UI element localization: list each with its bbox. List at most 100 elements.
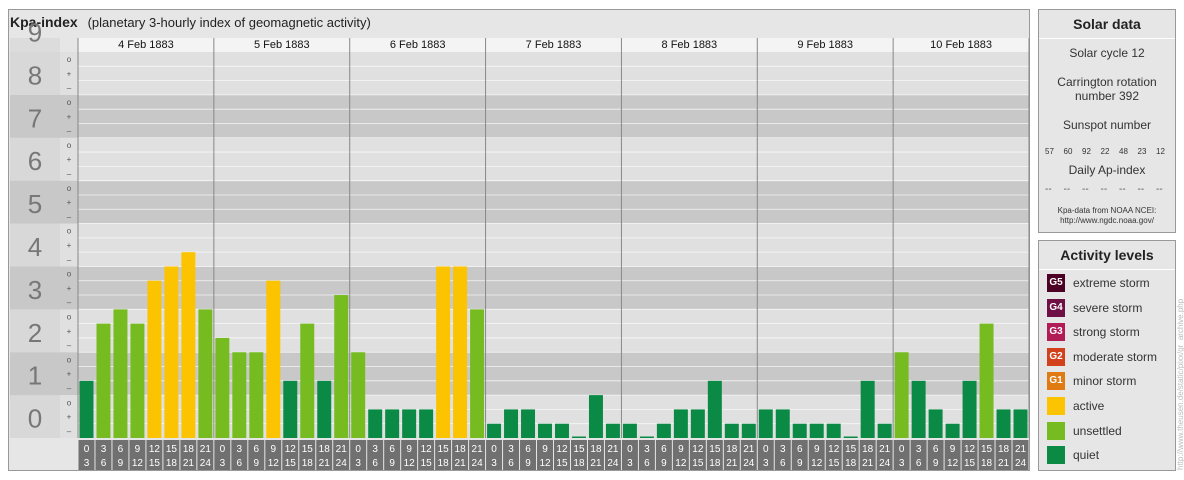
interval-end-label: 12 bbox=[404, 458, 416, 469]
day-label: 10 Feb 1883 bbox=[930, 39, 992, 51]
interval-start-label: 6 bbox=[118, 444, 124, 455]
kp-bar bbox=[538, 423, 552, 438]
interval-start-label: 21 bbox=[472, 444, 484, 455]
activity-level-swatch: G5 bbox=[1047, 274, 1065, 292]
kp-bar bbox=[453, 266, 468, 438]
interval-start-label: 21 bbox=[743, 444, 755, 455]
kp-bar bbox=[504, 409, 519, 438]
interval-start-label: 12 bbox=[556, 444, 568, 455]
interval-end-label: 3 bbox=[220, 458, 226, 469]
kp-bar bbox=[283, 380, 298, 438]
interval-start-label: 6 bbox=[797, 444, 803, 455]
activity-level-swatch: G1 bbox=[1047, 372, 1065, 391]
interval-start-label: 0 bbox=[899, 444, 905, 455]
sub-tick-label: o bbox=[67, 55, 72, 64]
interval-start-label: 15 bbox=[166, 444, 178, 455]
interval-end-label: 24 bbox=[1015, 458, 1027, 469]
kp-bar bbox=[690, 409, 705, 438]
interval-end-label: 12 bbox=[539, 458, 551, 469]
band-level-7 bbox=[10, 94, 1029, 138]
kp-bar bbox=[487, 423, 502, 438]
kp-bar bbox=[334, 295, 349, 438]
y-tick-label-8: 8 bbox=[28, 60, 42, 90]
y-tick-label-5: 5 bbox=[28, 189, 42, 219]
interval-end-label: 6 bbox=[644, 458, 650, 469]
kp-bar bbox=[351, 352, 366, 438]
interval-column-filler bbox=[10, 440, 77, 470]
band-level-1 bbox=[10, 352, 1029, 396]
interval-end-label: 6 bbox=[508, 458, 514, 469]
kp-bar bbox=[724, 423, 739, 438]
activity-level-label: moderate storm bbox=[1073, 349, 1158, 364]
solar-data-panel: Solar data Solar cycle 12 Carrington rot… bbox=[1038, 9, 1176, 233]
y-tick-label-2: 2 bbox=[28, 318, 42, 348]
activity-level-swatch: G4 bbox=[1047, 298, 1065, 317]
interval-start-label: 21 bbox=[1015, 444, 1027, 455]
data-source: Kpa-data from NOAA NCEI: http://www.ngdc… bbox=[1039, 206, 1175, 226]
sub-tick-label: + bbox=[67, 155, 72, 164]
y-tick-label-7: 7 bbox=[28, 103, 42, 133]
ap-index-value: -- bbox=[1156, 184, 1163, 195]
sub-tick-label: – bbox=[67, 341, 72, 350]
sub-tick-label: + bbox=[67, 370, 72, 379]
interval-start-label: 3 bbox=[372, 444, 378, 455]
sunspot-heading: Sunspot number bbox=[1062, 118, 1152, 132]
kp-bar bbox=[215, 337, 230, 438]
interval-start-label: 9 bbox=[406, 444, 412, 455]
ap-index-value: -- bbox=[1100, 184, 1108, 195]
interval-start-label: 3 bbox=[508, 444, 514, 455]
interval-start-label: 18 bbox=[319, 444, 331, 455]
activity-level-label: strong storm bbox=[1073, 325, 1140, 340]
interval-end-label: 3 bbox=[491, 458, 497, 469]
sunspot-value: 22 bbox=[1100, 147, 1110, 156]
y-tick-label-4: 4 bbox=[28, 232, 42, 262]
interval-start-label: 3 bbox=[916, 444, 922, 455]
day-label: 7 Feb 1883 bbox=[526, 39, 582, 51]
interval-start-label: 15 bbox=[981, 444, 993, 455]
interval-end-label: 21 bbox=[455, 458, 467, 469]
day-label: 6 Feb 1883 bbox=[390, 39, 446, 51]
data-source-url: http://www.ngdc.noaa.gov/ bbox=[1060, 216, 1154, 225]
sub-tick-label: o bbox=[67, 141, 72, 150]
activity-level-label: minor storm bbox=[1073, 374, 1137, 389]
ap-index-value: -- bbox=[1063, 184, 1071, 195]
interval-end-label: 15 bbox=[556, 458, 568, 469]
y-tick-label-6: 6 bbox=[28, 146, 42, 176]
interval-end-label: 12 bbox=[675, 458, 687, 469]
interval-start-label: 12 bbox=[149, 444, 161, 455]
kp-bar bbox=[164, 266, 179, 438]
interval-start-label: 12 bbox=[964, 444, 976, 455]
day-label: 9 Feb 1883 bbox=[797, 39, 853, 51]
kp-bar bbox=[198, 309, 213, 438]
interval-end-label: 12 bbox=[811, 458, 823, 469]
interval-start-label: 21 bbox=[200, 444, 212, 455]
interval-start-label: 12 bbox=[692, 444, 704, 455]
sub-tick-label: – bbox=[67, 212, 72, 221]
interval-start-label: 6 bbox=[933, 444, 939, 455]
kp-bar bbox=[385, 409, 400, 438]
interval-end-label: 6 bbox=[916, 458, 922, 469]
activity-level-swatch: G2 bbox=[1047, 347, 1065, 366]
kp-bar bbox=[571, 436, 586, 438]
interval-start-label: 3 bbox=[101, 444, 107, 455]
interval-start-label: 9 bbox=[542, 444, 548, 455]
interval-start-label: 9 bbox=[678, 444, 684, 455]
interval-start-label: 3 bbox=[237, 444, 243, 455]
interval-end-label: 3 bbox=[84, 458, 90, 469]
ap-index-value: -- bbox=[1082, 184, 1089, 195]
interval-end-label: 9 bbox=[933, 458, 939, 469]
solar-data-heading: Solar data bbox=[1039, 10, 1175, 39]
interval-start-label: 0 bbox=[627, 444, 633, 455]
interval-start-label: 0 bbox=[84, 444, 90, 455]
kp-bar bbox=[894, 352, 909, 438]
kp-bar bbox=[402, 409, 417, 438]
sub-tick-label: o bbox=[67, 355, 72, 364]
kp-bar bbox=[877, 423, 892, 438]
interval-start-label: 15 bbox=[573, 444, 585, 455]
interval-end-label: 15 bbox=[285, 458, 297, 469]
interval-end-label: 21 bbox=[183, 458, 195, 469]
y-tick-label-3: 3 bbox=[28, 275, 42, 305]
sunspot-value: 12 bbox=[1156, 147, 1165, 156]
interval-end-label: 15 bbox=[692, 458, 704, 469]
interval-start-label: 18 bbox=[726, 444, 738, 455]
